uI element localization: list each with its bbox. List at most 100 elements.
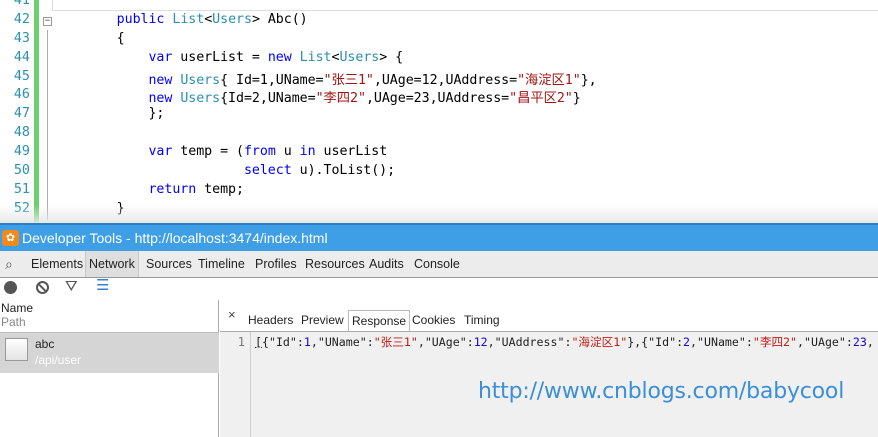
clear-icon[interactable] (36, 281, 49, 294)
tab-cookies[interactable]: Cookies (409, 310, 458, 332)
keyword-token: var (148, 49, 173, 65)
tab-preview[interactable]: Preview (298, 310, 347, 332)
tab-timeline[interactable]: Timeline (195, 251, 248, 277)
line-number: 46 (13, 87, 30, 103)
keyword-token: var (148, 144, 173, 160)
code-text: {Id=2,UName= (220, 91, 316, 107)
close-icon[interactable]: × (228, 307, 236, 322)
json-punct: : (296, 335, 304, 349)
tab-headers[interactable]: Headers (245, 310, 296, 332)
code-text: u (275, 144, 300, 160)
json-punct: , (310, 335, 318, 349)
tab-audits[interactable]: Audits (366, 251, 407, 277)
network-toolbar: ⛛ ☰ (0, 278, 878, 300)
type-token: Users (339, 49, 380, 65)
code-lines[interactable]: public List<Users> Abc() { var userList … (53, 0, 597, 220)
change-indicator-bar (34, 0, 39, 223)
filter-icon[interactable]: ⛛ (65, 279, 78, 295)
request-list: Name Path abc /api/user (0, 300, 219, 437)
tab-console[interactable]: Console (411, 251, 463, 277)
keyword-token: new (148, 72, 173, 88)
json-key: "Id" (268, 335, 297, 349)
string-token: "张三1" (323, 72, 374, 88)
list-view-icon[interactable]: ☰ (96, 278, 109, 294)
code-text: ,UAge=12,UAddress= (373, 72, 518, 88)
tab-profiles[interactable]: Profiles (252, 251, 300, 277)
string-token: "昌平区2" (509, 91, 573, 107)
code-text: { (53, 30, 125, 46)
type-token: List (172, 11, 205, 27)
record-icon[interactable] (4, 281, 17, 294)
search-icon[interactable]: ⌕ (5, 251, 13, 278)
keyword-token: from (243, 144, 276, 160)
json-number: 2 (683, 335, 691, 349)
devtools-title-bar: ✿ Developer Tools - http://localhost:347… (0, 223, 878, 251)
code-text: u).ToList(); (291, 163, 396, 179)
json-key: "UName" (317, 335, 367, 349)
tab-timing[interactable]: Timing (461, 310, 503, 332)
tab-resources[interactable]: Resources (302, 251, 368, 277)
code-line: }; (53, 106, 597, 125)
code-text: userList = (172, 49, 268, 65)
minus-box-icon[interactable]: − (43, 17, 52, 26)
request-row[interactable]: abc /api/user (0, 332, 219, 373)
line-number: 48 (13, 125, 30, 141)
code-text: temp; (196, 181, 244, 197)
line-number: 43 (13, 30, 30, 46)
type-token: Users (212, 11, 252, 27)
json-string: "李四2" (752, 335, 798, 349)
line-number: 47 (13, 106, 30, 122)
json-key: "UAge" (424, 335, 467, 349)
code-line: { (53, 31, 597, 50)
tab-response[interactable]: Response (348, 310, 411, 332)
json-punct: [ (255, 335, 262, 349)
code-editor[interactable]: 414243444546474849505152 − public List<U… (0, 0, 878, 223)
watermark-url: http://www.cnblogs.com/babycool (478, 379, 845, 404)
code-line: return temp; (53, 182, 597, 201)
string-token: "李四2" (315, 91, 366, 107)
type-token: Users (180, 91, 221, 107)
keyword-token: in (299, 144, 316, 160)
code-text: < (204, 11, 213, 27)
code-text: } (572, 91, 581, 107)
file-icon (5, 338, 28, 361)
line-number: 45 (13, 68, 30, 84)
json-punct: , (797, 335, 804, 349)
devtools-tab-bar: ⌕ Elements Network Sources Timeline Prof… (0, 251, 878, 278)
tab-sources[interactable]: Sources (143, 251, 195, 277)
fold-guide-line (47, 30, 48, 220)
json-number: 1 (303, 335, 311, 349)
json-string: "张三1" (373, 335, 418, 349)
type-token: List (299, 49, 332, 65)
code-line: new Users{Id=2,UName="李四2",UAge=23,UAddr… (53, 87, 597, 106)
keyword-token: select (243, 163, 292, 179)
code-text: temp = ( (172, 144, 244, 160)
json-punct: { (261, 335, 269, 349)
line-number-gutter: 414243444546474849505152 (0, 0, 32, 220)
keyword-token: public (116, 11, 165, 27)
json-punct: , (417, 335, 425, 349)
json-punct: : (745, 335, 753, 349)
code-line: select u).ToList(); (53, 163, 597, 182)
code-line: var userList = new List<Users> { (53, 50, 597, 69)
tab-network[interactable]: Network (85, 251, 139, 277)
json-key: "UName" (697, 335, 746, 349)
keyword-token: new (267, 49, 292, 65)
line-number: 42 (13, 11, 30, 27)
uc-browser-icon: ✿ (2, 230, 19, 246)
json-punct: : (676, 335, 684, 349)
column-header-name[interactable]: Name (1, 301, 33, 315)
code-text: { Id=1,UName= (220, 72, 324, 88)
tab-elements[interactable]: Elements (28, 251, 86, 277)
code-line: var temp = (from u in userList (53, 144, 597, 163)
code-line: new Users{ Id=1,UName="张三1",UAge=12,UAdd… (53, 69, 596, 88)
response-body[interactable]: [{"Id":1,"UName":"张三1","UAge":12,"UAddre… (255, 332, 874, 352)
